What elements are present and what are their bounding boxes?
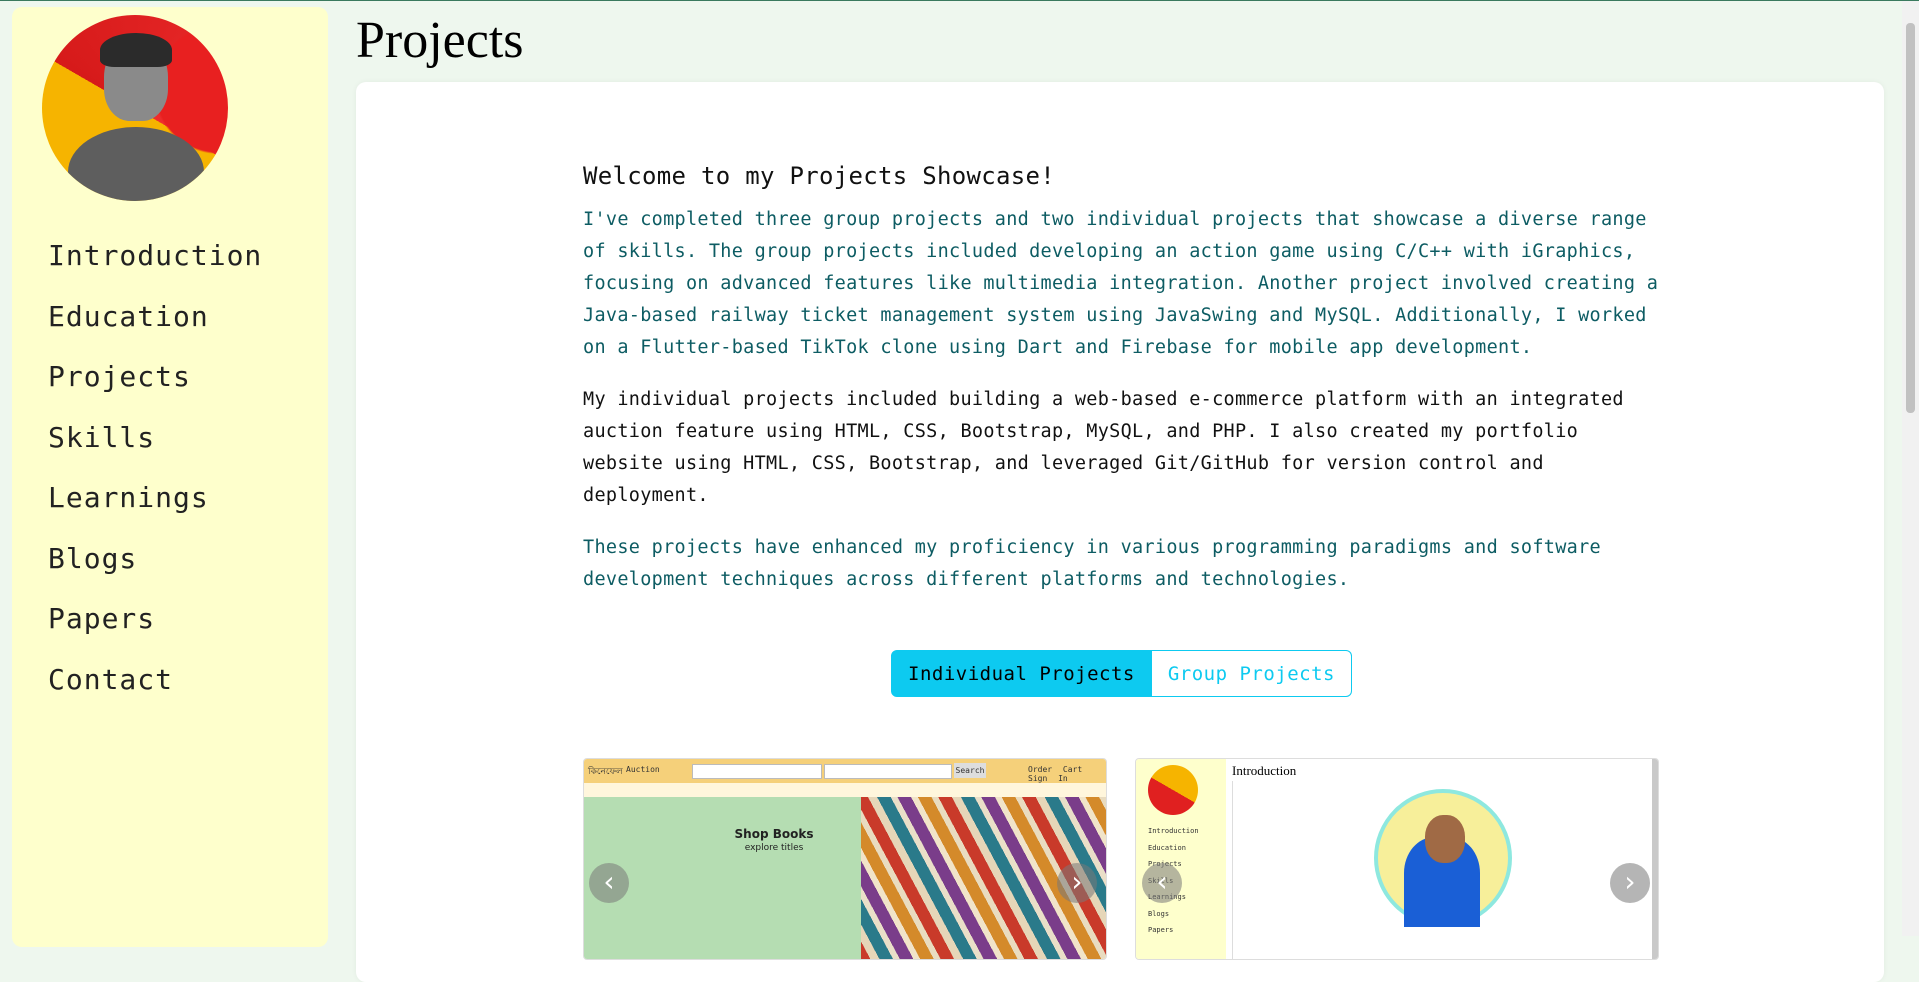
sidebar-item-projects[interactable]: Projects (48, 360, 262, 421)
preview-avatar (1148, 765, 1198, 815)
preview-search-button: Search (954, 763, 986, 778)
sidebar-item-blogs[interactable]: Blogs (48, 542, 262, 603)
page-scrollbar[interactable] (1902, 1, 1919, 936)
sidebar-nav: Introduction Education Projects Skills L… (48, 239, 262, 723)
chevron-left-icon[interactable]: ‹ (589, 863, 629, 903)
sidebar-item-papers[interactable]: Papers (48, 602, 262, 663)
project-preview-portfolio[interactable]: Introduction Education Projects Skills L… (1135, 758, 1659, 960)
showcase-content: Welcome to my Projects Showcase! I've co… (583, 162, 1668, 616)
preview-scrollbar (1652, 759, 1658, 959)
projects-card: Welcome to my Projects Showcase! I've co… (356, 82, 1884, 982)
sidebar-item-learnings[interactable]: Learnings (48, 481, 262, 542)
preview-auction-link: Auction (626, 765, 660, 774)
project-type-toggle: Individual Projects Group Projects (891, 650, 1352, 697)
sidebar: Introduction Education Projects Skills L… (12, 7, 328, 947)
group-projects-button[interactable]: Group Projects (1151, 650, 1352, 697)
sidebar-item-introduction[interactable]: Introduction (48, 239, 262, 300)
sidebar-item-contact[interactable]: Contact (48, 663, 262, 724)
chevron-left-icon[interactable]: ‹ (1142, 863, 1182, 903)
preview-profile-face (1425, 815, 1465, 863)
profile-avatar (42, 15, 228, 201)
summary-paragraph: These projects have enhanced my proficie… (583, 537, 1601, 590)
preview-shop-subtitle: explore titles (744, 843, 804, 853)
preview-brand: কিনেফেল (588, 767, 623, 777)
preview-search-input (824, 764, 952, 779)
avatar-body (68, 127, 204, 201)
chevron-right-icon[interactable]: › (1610, 863, 1650, 903)
group-projects-paragraph: I've completed three group projects and … (583, 209, 1659, 358)
preview-subnav (584, 783, 1106, 797)
preview-nav-links: Order Cart Sign In (1028, 765, 1083, 783)
individual-projects-paragraph: My individual projects included building… (583, 389, 1624, 506)
sidebar-item-skills[interactable]: Skills (48, 421, 262, 482)
showcase-heading: Welcome to my Projects Showcase! (583, 162, 1055, 190)
preview-shop-title: Shop Books (734, 827, 814, 841)
page-title: Projects (356, 12, 524, 69)
avatar-hair (100, 33, 172, 67)
sidebar-item-education[interactable]: Education (48, 300, 262, 361)
preview-category-select (692, 764, 822, 779)
preview-page-title: Introduction (1232, 763, 1297, 778)
scrollbar-thumb[interactable] (1906, 23, 1915, 413)
individual-projects-button[interactable]: Individual Projects (891, 650, 1152, 697)
chevron-right-icon[interactable]: › (1057, 863, 1097, 903)
project-preview-ecommerce[interactable]: কিনেফেল Auction Search Order Cart Sign I… (583, 758, 1107, 960)
